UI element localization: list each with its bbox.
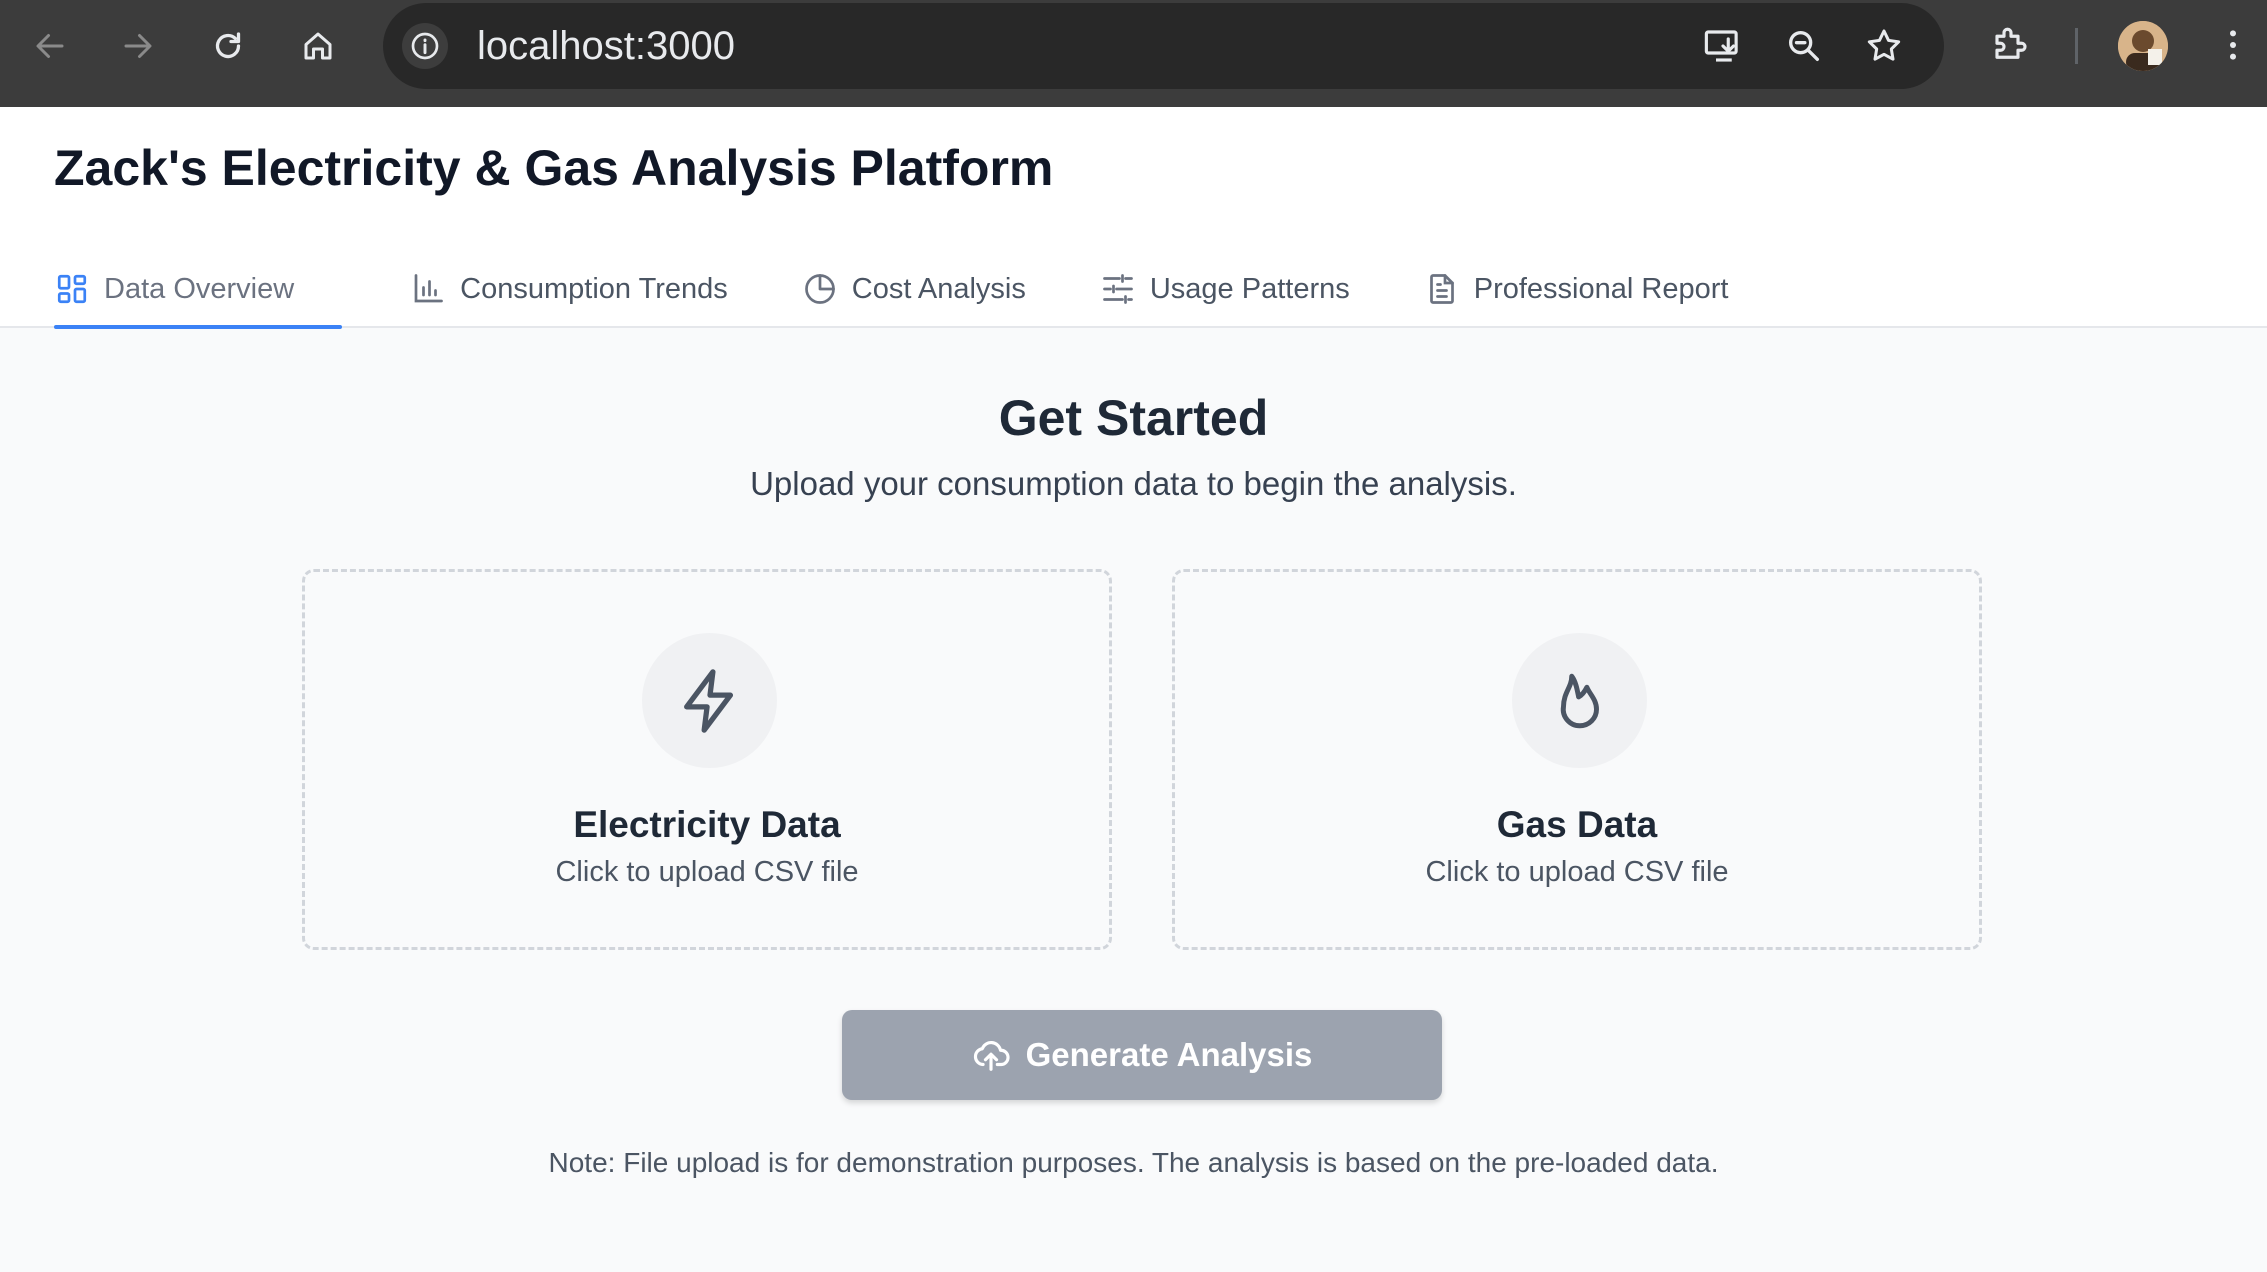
electricity-icon-circle [642,633,777,768]
tab-usage-patterns[interactable]: Usage Patterns [1100,250,1350,328]
section-subtitle: Upload your consumption data to begin th… [750,465,1517,502]
grid-icon [54,271,90,307]
document-icon [1424,271,1460,307]
disclaimer-note: Note: File upload is for demonstration p… [548,1147,1719,1178]
browser-toolbar: localhost:3000 [0,0,2267,107]
tab-label: Usage Patterns [1149,272,1350,305]
tab-label: Cost Analysis [851,272,1026,305]
pie-chart-icon [802,271,838,307]
card-subtitle: Click to upload CSV file [1425,856,1729,888]
main-content: Get Started Upload your consumption data… [0,328,2267,1272]
tab-data-overview[interactable]: Data Overview [54,250,343,329]
zoom-icon [1789,31,1819,61]
page-title: Zack's Electricity & Gas Analysis Platfo… [54,140,1054,196]
home-button[interactable] [290,18,346,74]
extensions-button[interactable] [1986,20,2036,70]
section-heading: Get Started [998,390,1269,446]
reload-icon [215,32,241,59]
info-icon [411,32,439,60]
browser-menu-button[interactable] [2208,20,2258,70]
arrow-left-icon [36,34,64,58]
arrow-right-icon [124,34,152,58]
puzzle-icon [1995,27,2027,59]
tab-label: Professional Report [1473,272,1729,305]
gas-upload-card[interactable]: Gas Data Click to upload CSV file [1172,569,1982,950]
tab-consumption-trends[interactable]: Consumption Trends [410,250,728,328]
generate-analysis-button[interactable]: Generate Analysis [842,1010,1442,1100]
card-subtitle: Click to upload CSV file [555,856,859,888]
sliders-icon [1100,271,1136,307]
bookmark-button[interactable] [1861,23,1907,69]
forward-button[interactable] [110,18,166,74]
address-bar[interactable]: localhost:3000 [383,3,1944,89]
bar-chart-icon [410,271,446,307]
avatar-image [2118,21,2168,71]
tab-professional-report[interactable]: Professional Report [1424,250,1729,328]
star-icon [1867,29,1901,61]
cloud-upload-icon [972,1036,1010,1074]
toolbar-divider [2075,28,2078,64]
card-title: Gas Data [1496,804,1658,845]
tab-label: Data Overview [104,272,295,305]
generate-analysis-label: Generate Analysis [1025,1036,1313,1073]
back-button[interactable] [22,18,78,74]
flame-icon [1560,673,1599,728]
install-app-button[interactable] [1700,23,1746,69]
lightning-icon [683,668,733,733]
install-app-icon [1704,30,1738,62]
tab-bar: Data Overview Consumption Trends Cost An… [54,250,1729,329]
gas-icon-circle [1512,633,1647,768]
zoom-button[interactable] [1781,23,1827,69]
site-info-button[interactable] [402,23,448,69]
home-icon [304,32,332,60]
electricity-upload-card[interactable]: Electricity Data Click to upload CSV fil… [302,569,1112,950]
profile-avatar[interactable] [2118,21,2168,71]
card-title: Electricity Data [573,804,841,845]
tab-cost-analysis[interactable]: Cost Analysis [802,250,1026,328]
reload-button[interactable] [200,18,256,74]
tab-label: Consumption Trends [460,272,728,305]
more-vertical-icon [2230,30,2236,60]
url-text[interactable]: localhost:3000 [477,23,735,69]
app-header: Zack's Electricity & Gas Analysis Platfo… [0,107,2267,329]
